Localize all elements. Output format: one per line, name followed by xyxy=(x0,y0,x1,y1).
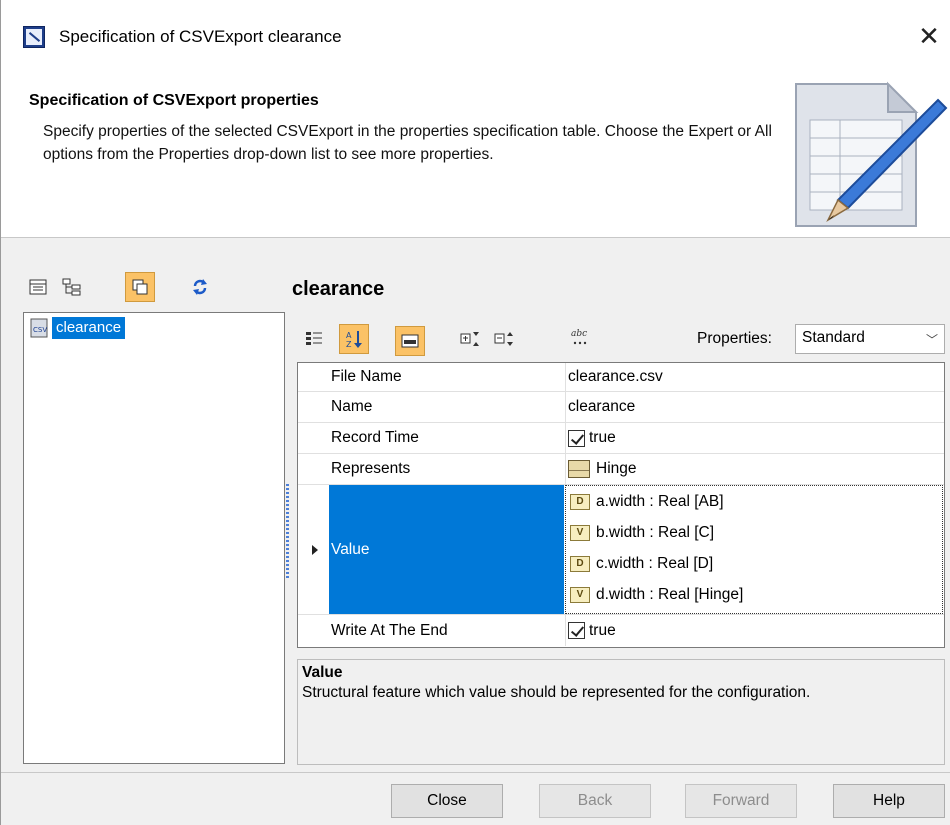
divider xyxy=(1,772,950,773)
csv-file-icon: CSV xyxy=(30,318,48,338)
banner-title: Specification of CSVExport properties xyxy=(29,92,319,109)
value-property-icon: D xyxy=(570,493,590,510)
property-name: Represents xyxy=(331,460,411,477)
copy-view-icon[interactable] xyxy=(125,272,155,302)
list-item-text: d.width : Real [Hinge] xyxy=(596,585,744,603)
panel-splitter[interactable] xyxy=(286,484,289,580)
svg-text:CSV: CSV xyxy=(33,326,47,334)
value-list[interactable]: D a.width : Real [AB] V b.width : Real [… xyxy=(565,485,943,614)
window-title: Specification of CSVExport clearance xyxy=(59,27,342,46)
property-description: Value Structural feature which value sho… xyxy=(297,659,945,765)
current-row-arrow-icon xyxy=(312,544,318,555)
list-item[interactable]: V d.width : Real [Hinge] xyxy=(566,579,942,610)
collapse-all-icon[interactable] xyxy=(489,324,519,354)
svg-text:Z: Z xyxy=(346,340,352,349)
element-tree: CSV clearance xyxy=(23,312,285,764)
property-name: Value xyxy=(329,485,564,614)
property-name: File Name xyxy=(331,368,402,385)
property-name: Record Time xyxy=(331,429,419,446)
close-window-button[interactable]: ✕ xyxy=(911,20,947,56)
table-row[interactable]: Name clearance xyxy=(298,392,944,423)
close-button[interactable]: Close xyxy=(391,784,503,818)
table-row[interactable]: Write At The End true xyxy=(298,615,944,646)
grid-toolbar: AZ abc Properties: Standard ﹀ xyxy=(297,320,947,360)
expand-all-icon[interactable] xyxy=(455,324,485,354)
tree-view-icon[interactable] xyxy=(57,272,87,302)
svg-text:A: A xyxy=(346,331,352,340)
property-value[interactable]: clearance xyxy=(565,392,944,422)
properties-dropdown[interactable]: Standard ﹀ xyxy=(795,324,945,354)
description-title: Value xyxy=(302,664,343,681)
sort-alphabetical-icon[interactable]: AZ xyxy=(339,324,369,354)
property-value[interactable]: true xyxy=(565,423,944,453)
help-button[interactable]: Help xyxy=(833,784,945,818)
list-item[interactable]: D a.width : Real [AB] xyxy=(566,486,942,517)
property-value[interactable]: clearance.csv xyxy=(565,363,944,391)
checkbox-checked-icon[interactable] xyxy=(568,429,585,447)
table-row[interactable]: Represents Hinge xyxy=(298,454,944,485)
property-name: Write At The End xyxy=(331,621,448,639)
description-toggle-icon[interactable] xyxy=(395,326,425,356)
properties-label: Properties: xyxy=(697,330,772,347)
value-property-icon: V xyxy=(570,524,590,541)
chevron-down-icon: ﹀ xyxy=(925,333,938,347)
property-value-text: Hinge xyxy=(596,460,637,477)
tree-item-label: clearance xyxy=(52,317,126,339)
group-icon[interactable] xyxy=(299,324,329,354)
value-property-icon: D xyxy=(570,555,590,572)
title-bar: Specification of CSVExport clearance ✕ xyxy=(1,0,950,76)
svg-text:abc: abc xyxy=(571,329,587,339)
document-pencil-icon xyxy=(795,81,948,227)
forward-button[interactable]: Forward xyxy=(685,784,797,818)
property-value-text: true xyxy=(589,429,616,446)
header-banner: Specification of CSVExport properties Sp… xyxy=(1,76,950,238)
list-view-icon[interactable] xyxy=(23,272,53,302)
panel-title: clearance xyxy=(292,278,385,300)
back-button[interactable]: Back xyxy=(539,784,651,818)
text-format-icon[interactable]: abc xyxy=(565,322,595,352)
block-icon xyxy=(568,460,590,478)
tree-toolbar xyxy=(23,268,283,308)
specification-dialog: Specification of CSVExport clearance ✕ S… xyxy=(0,0,950,825)
property-value[interactable]: Hinge xyxy=(565,454,944,484)
list-item[interactable]: D c.width : Real [D] xyxy=(566,548,942,579)
refresh-icon[interactable] xyxy=(185,272,215,302)
table-row[interactable]: Record Time true xyxy=(298,423,944,454)
checkbox-checked-icon[interactable] xyxy=(568,622,585,639)
list-item-text: a.width : Real [AB] xyxy=(596,492,724,510)
list-item-text: b.width : Real [C] xyxy=(596,523,715,541)
table-row-selected[interactable]: Value D a.width : Real [AB] V b.width : … xyxy=(298,485,944,615)
banner-description: Specify properties of the selected CSVEx… xyxy=(43,123,772,163)
property-value[interactable]: true xyxy=(565,615,944,646)
property-grid: File Name clearance.csv Name clearance R… xyxy=(297,362,945,648)
table-row[interactable]: File Name clearance.csv xyxy=(298,363,944,392)
list-item[interactable]: V b.width : Real [C] xyxy=(566,517,942,548)
property-name: Name xyxy=(331,398,373,415)
list-item-text: c.width : Real [D] xyxy=(596,554,714,572)
value-property-icon: V xyxy=(570,586,590,603)
property-value-text: true xyxy=(589,621,616,639)
properties-dropdown-value: Standard xyxy=(802,329,865,346)
description-text: Structural feature which value should be… xyxy=(302,684,811,701)
app-icon xyxy=(23,26,45,48)
tree-item-clearance[interactable]: CSV clearance xyxy=(30,317,126,339)
